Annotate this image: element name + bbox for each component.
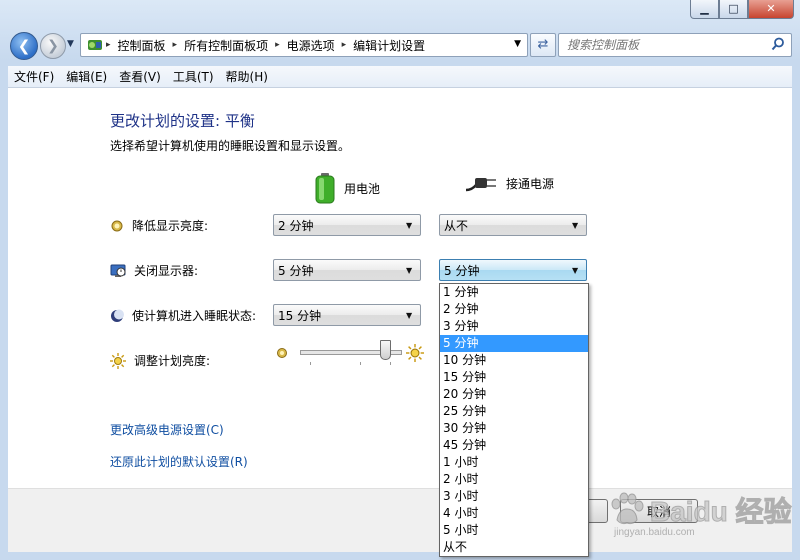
dropdown-option[interactable]: 3 小时 bbox=[440, 488, 588, 505]
turn-off-display-plugged-select[interactable]: 5 分钟 ▼ bbox=[439, 259, 587, 281]
forward-button[interactable]: ❯ bbox=[40, 33, 66, 59]
window-caption-buttons: ▁ □ ✕ bbox=[690, 0, 794, 19]
dropdown-option[interactable]: 15 分钟 bbox=[440, 369, 588, 386]
setting-row-turn-off-display: 关闭显示器: bbox=[110, 262, 198, 279]
dropdown-option[interactable]: 4 小时 bbox=[440, 505, 588, 522]
dropdown-option[interactable]: 2 小时 bbox=[440, 471, 588, 488]
chevron-down-icon: ▼ bbox=[406, 310, 413, 320]
brightness-high-icon bbox=[406, 344, 424, 362]
dropdown-option[interactable]: 20 分钟 bbox=[440, 386, 588, 403]
dropdown-option[interactable]: 10 分钟 bbox=[440, 352, 588, 369]
breadcrumb-control-panel[interactable]: 控制面板 bbox=[113, 37, 171, 54]
chevron-down-icon: ▼ bbox=[406, 265, 413, 275]
setting-row-dim-display: 降低显示亮度: bbox=[110, 217, 208, 234]
control-panel-icon bbox=[88, 40, 102, 50]
breadcrumb-all-items[interactable]: 所有控制面板项 bbox=[179, 37, 273, 54]
bright-sun-icon bbox=[110, 352, 126, 369]
dropdown-option[interactable]: 2 分钟 bbox=[440, 301, 588, 318]
breadcrumb-power-options[interactable]: 电源选项 bbox=[282, 37, 340, 54]
search-box[interactable] bbox=[558, 33, 792, 57]
setting-label-dim-display: 降低显示亮度: bbox=[132, 219, 209, 233]
breadcrumb-edit-plan[interactable]: 编辑计划设置 bbox=[348, 37, 430, 54]
dropdown-option[interactable]: 5 小时 bbox=[440, 522, 588, 539]
brightness-low-icon bbox=[277, 348, 287, 358]
sleep-battery-select[interactable]: 15 分钟 ▼ bbox=[273, 304, 421, 326]
address-dropdown-icon[interactable]: ▼ bbox=[514, 39, 521, 49]
dropdown-option[interactable]: 30 分钟 bbox=[440, 420, 588, 437]
page-subtitle: 选择希望计算机使用的睡眠设置和显示设置。 bbox=[110, 139, 351, 153]
column-plugged-header: 接通电源 bbox=[464, 172, 554, 194]
dim-display-battery-select[interactable]: 2 分钟 ▼ bbox=[273, 214, 421, 236]
dropdown-option[interactable]: 1 分钟 bbox=[440, 284, 588, 301]
column-battery-label: 用电池 bbox=[344, 181, 381, 196]
brightness-slider[interactable] bbox=[300, 340, 402, 366]
menu-help[interactable]: 帮助(H) bbox=[220, 68, 274, 85]
dropdown-option[interactable]: 3 分钟 bbox=[440, 318, 588, 335]
column-battery-header: 用电池 bbox=[314, 172, 380, 204]
content-area: 更改计划的设置: 平衡 选择希望计算机使用的睡眠设置和显示设置。 用电池 接通电… bbox=[8, 88, 792, 488]
menu-bar: 文件(F) 编辑(E) 查看(V) 工具(T) 帮助(H) bbox=[8, 66, 792, 88]
search-input[interactable] bbox=[565, 37, 769, 53]
turn-off-display-battery-select[interactable]: 5 分钟 ▼ bbox=[273, 259, 421, 281]
moon-icon bbox=[111, 309, 124, 322]
setting-row-sleep: 使计算机进入睡眠状态: bbox=[110, 307, 256, 324]
restore-defaults-link[interactable]: 还原此计划的默认设置(R) bbox=[110, 453, 248, 470]
navigation-bar: ❮ ❯ ▼ ▸ 控制面板 ▸ 所有控制面板项 ▸ 电源选项 ▸ 编辑计划设置 ▼… bbox=[8, 28, 792, 62]
menu-tools[interactable]: 工具(T) bbox=[167, 68, 220, 85]
dropdown-option[interactable]: 25 分钟 bbox=[440, 403, 588, 420]
chevron-down-icon: ▼ bbox=[572, 220, 579, 230]
battery-icon bbox=[315, 173, 335, 204]
chevron-down-icon: ▼ bbox=[406, 220, 413, 230]
dropdown-option[interactable]: 5 分钟 bbox=[440, 335, 588, 352]
setting-label-turn-off-display: 关闭显示器: bbox=[134, 264, 199, 278]
search-icon[interactable] bbox=[771, 37, 785, 51]
dim-sun-icon bbox=[111, 220, 123, 231]
window-bottom-edge bbox=[0, 552, 800, 560]
refresh-button[interactable]: ⇄ bbox=[530, 33, 556, 57]
column-plugged-label: 接通电源 bbox=[506, 176, 555, 191]
close-button[interactable]: ✕ bbox=[748, 0, 794, 19]
setting-label-brightness: 调整计划亮度: bbox=[134, 354, 211, 368]
back-button[interactable]: ❮ bbox=[10, 32, 38, 60]
setting-row-brightness: 调整计划亮度: bbox=[110, 352, 210, 369]
minimize-button[interactable]: ▁ bbox=[690, 0, 719, 19]
menu-view[interactable]: 查看(V) bbox=[113, 68, 167, 85]
dim-display-plugged-select[interactable]: 从不 ▼ bbox=[439, 214, 587, 236]
slider-thumb[interactable] bbox=[380, 340, 391, 360]
power-plug-icon bbox=[465, 178, 496, 192]
watermark-text: Baidu 经验 bbox=[650, 496, 793, 528]
dropdown-list[interactable]: 1 分钟 2 分钟 3 分钟 5 分钟 10 分钟 15 分钟 20 分钟 25 分钟 30 分… bbox=[439, 283, 589, 557]
setting-label-sleep: 使计算机进入睡眠状态: bbox=[132, 309, 257, 323]
dropdown-option[interactable]: 从不 bbox=[440, 539, 588, 556]
monitor-clock-icon bbox=[110, 264, 126, 277]
page-title: 更改计划的设置: 平衡 bbox=[110, 112, 255, 130]
advanced-power-settings-link[interactable]: 更改高级电源设置(C) bbox=[110, 421, 224, 438]
chevron-down-icon: ▼ bbox=[572, 265, 579, 275]
menu-file[interactable]: 文件(F) bbox=[8, 68, 60, 85]
address-bar[interactable]: ▸ 控制面板 ▸ 所有控制面板项 ▸ 电源选项 ▸ 编辑计划设置 ▼ bbox=[80, 33, 528, 57]
baidu-watermark: Baidu 经验 jingyan.baidu.com bbox=[606, 487, 796, 538]
menu-edit[interactable]: 编辑(E) bbox=[60, 68, 113, 85]
dropdown-option[interactable]: 45 分钟 bbox=[440, 437, 588, 454]
dropdown-option[interactable]: 1 小时 bbox=[440, 454, 588, 471]
maximize-button[interactable]: □ bbox=[719, 0, 748, 19]
paw-logo-icon bbox=[611, 492, 644, 525]
watermark-url: jingyan.baidu.com bbox=[614, 527, 695, 538]
recent-pages-dropdown-icon[interactable]: ▼ bbox=[67, 39, 74, 49]
